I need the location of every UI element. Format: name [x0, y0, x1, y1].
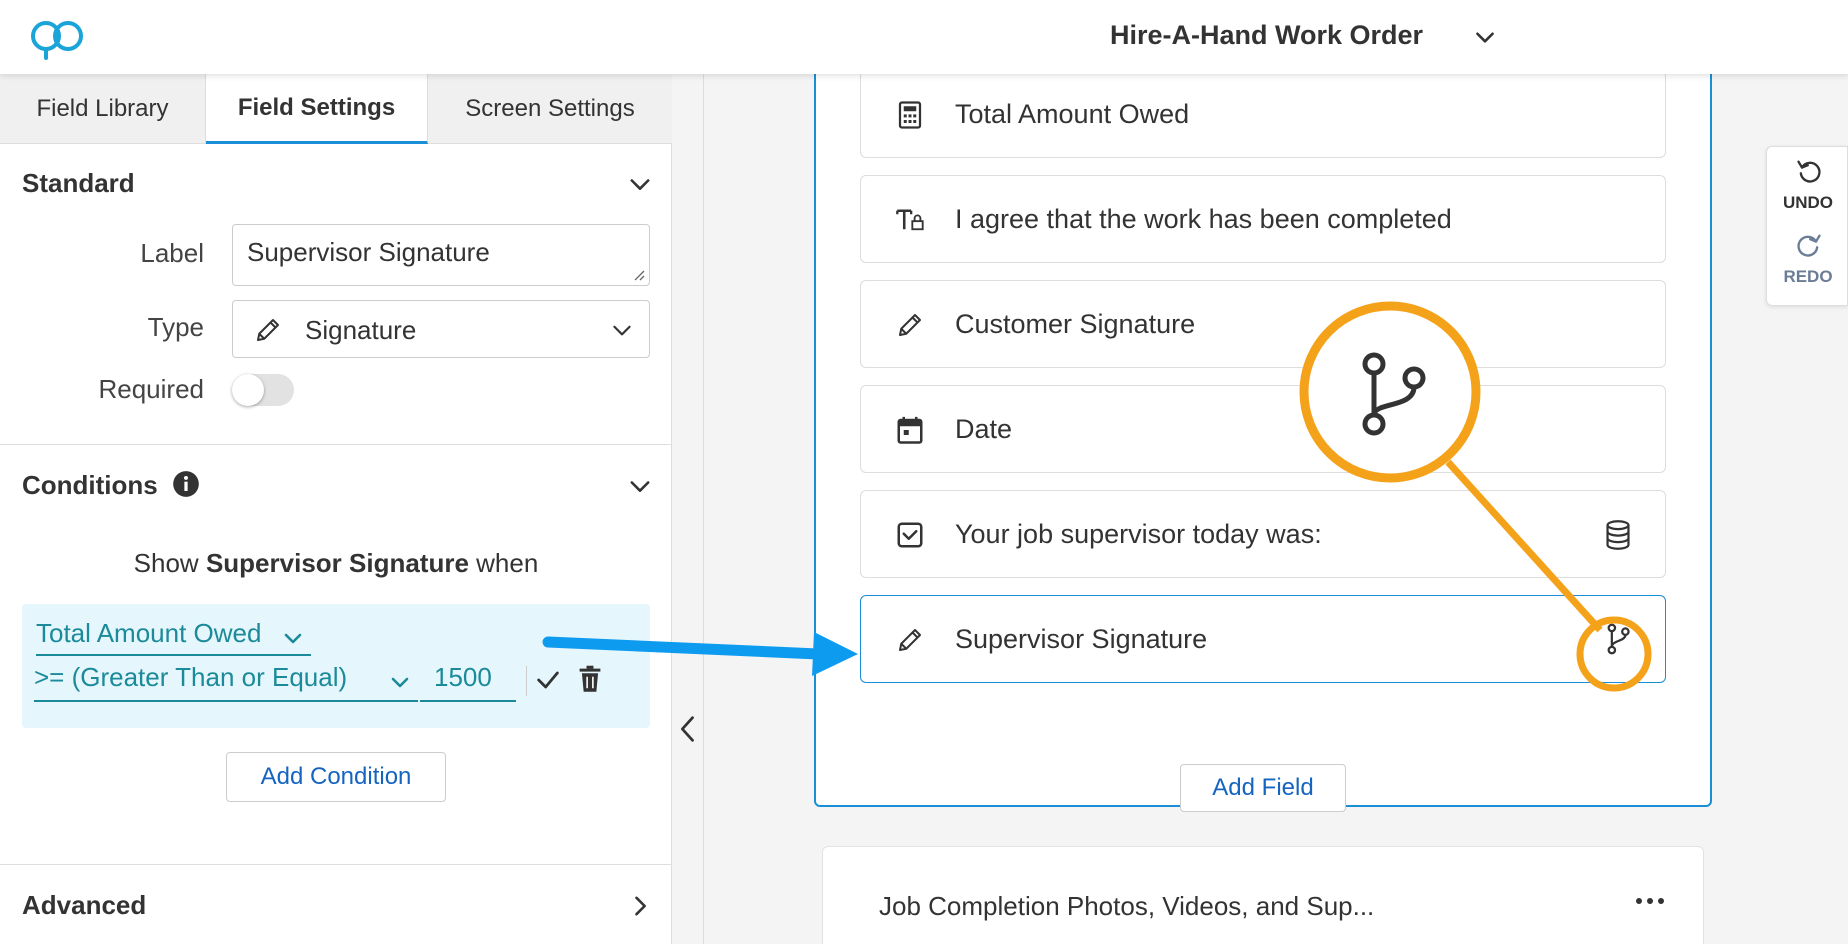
- next-screen-card[interactable]: Job Completion Photos, Videos, and Sup..…: [822, 846, 1704, 944]
- label-input[interactable]: Supervisor Signature: [232, 224, 650, 286]
- undo-redo-panel: UNDO REDO: [1766, 146, 1848, 306]
- toggle-knob: [232, 374, 264, 406]
- undo-button[interactable]: UNDO: [1767, 193, 1848, 213]
- field-row-date[interactable]: Date: [860, 385, 1666, 473]
- show-when-text: Show Supervisor Signature when: [133, 548, 539, 578]
- condition-value-input[interactable]: 1500: [420, 662, 516, 702]
- chevron-down-icon: [285, 633, 302, 644]
- branch-icon[interactable]: [1603, 623, 1633, 655]
- divider: [0, 444, 672, 445]
- advanced-section-title[interactable]: Advanced: [22, 890, 146, 921]
- tab-screen-settings[interactable]: Screen Settings: [428, 74, 672, 144]
- redo-icon[interactable]: [1795, 231, 1823, 259]
- chevron-down-icon[interactable]: [626, 170, 654, 198]
- check-icon[interactable]: [534, 666, 562, 694]
- condition-operator-select[interactable]: >= (Greater Than or Equal): [34, 662, 418, 702]
- tab-field-settings[interactable]: Field Settings: [206, 74, 428, 144]
- add-condition-button[interactable]: Add Condition: [226, 752, 446, 802]
- text-lock-icon: [896, 209, 924, 231]
- form-canvas: Total Amount Owed I agree that the work …: [704, 74, 1848, 944]
- undo-icon[interactable]: [1795, 157, 1823, 185]
- redo-button[interactable]: REDO: [1767, 267, 1848, 287]
- info-icon[interactable]: [172, 470, 200, 498]
- more-options-icon[interactable]: [1635, 891, 1665, 911]
- chevron-down-icon[interactable]: [1472, 24, 1498, 50]
- chevron-down-icon: [391, 677, 409, 688]
- tab-field-library[interactable]: Field Library: [0, 74, 206, 144]
- pencil-icon: [899, 629, 921, 651]
- chevron-right-icon[interactable]: [626, 892, 654, 920]
- standard-section-title[interactable]: Standard: [22, 168, 135, 199]
- checkbox-icon: [897, 522, 923, 548]
- gocanvas-logo[interactable]: [26, 14, 90, 62]
- divider: [526, 666, 527, 696]
- calculator-icon: [898, 101, 922, 129]
- field-row-job-supervisor[interactable]: Your job supervisor today was:: [860, 490, 1666, 578]
- field-row-supervisor-signature[interactable]: Supervisor Signature: [860, 595, 1666, 683]
- panel-collapse-strip: [672, 74, 704, 944]
- required-caption: Required: [98, 374, 204, 404]
- trash-icon[interactable]: [576, 664, 604, 694]
- field-row-agreement[interactable]: I agree that the work has been completed: [860, 175, 1666, 263]
- chevron-down-icon[interactable]: [626, 472, 654, 500]
- pencil-icon: [257, 319, 279, 341]
- add-field-button[interactable]: Add Field: [1180, 764, 1346, 812]
- required-toggle[interactable]: [232, 374, 294, 406]
- resize-grip-icon[interactable]: [631, 267, 645, 281]
- form-title[interactable]: Hire-A-Hand Work Order: [1110, 20, 1423, 51]
- calendar-icon: [897, 416, 923, 444]
- chevron-left-icon[interactable]: [674, 712, 702, 746]
- divider: [0, 864, 672, 865]
- chevron-down-icon: [613, 325, 631, 336]
- field-row-total-amount-owed[interactable]: Total Amount Owed: [860, 74, 1666, 158]
- condition-row: Total Amount Owed >= (Greater Than or Eq…: [22, 604, 650, 728]
- screen-card: Total Amount Owed I agree that the work …: [814, 74, 1712, 812]
- label-caption: Label: [140, 238, 204, 268]
- top-bar: Hire-A-Hand Work Order: [0, 0, 1848, 74]
- type-select[interactable]: Signature: [232, 300, 650, 358]
- database-icon[interactable]: [1603, 519, 1633, 551]
- condition-field-select[interactable]: Total Amount Owed: [36, 618, 312, 656]
- pencil-icon: [899, 314, 921, 336]
- panel-tabs: Field Library Field Settings Screen Sett…: [0, 74, 672, 144]
- conditions-section-title[interactable]: Conditions: [22, 470, 158, 501]
- field-row-customer-signature[interactable]: Customer Signature: [860, 280, 1666, 368]
- field-settings-panel: Field Library Field Settings Screen Sett…: [0, 74, 672, 944]
- type-caption: Type: [147, 312, 204, 342]
